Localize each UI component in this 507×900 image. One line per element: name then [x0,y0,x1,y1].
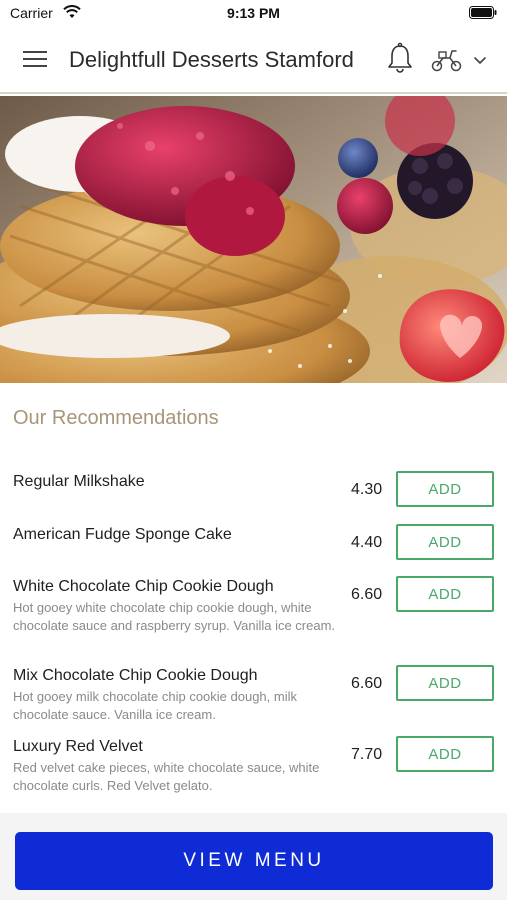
item-description: Hot gooey milk chocolate chip cookie dou… [13,689,297,722]
hamburger-icon[interactable] [20,46,50,74]
add-button[interactable]: ADD [396,471,494,507]
add-button[interactable]: ADD [396,736,494,772]
battery-icon [469,6,497,24]
item-price: 6.60 [351,586,383,603]
status-time: 9:13 PM [227,5,280,21]
scooter-icon[interactable] [430,46,464,74]
page-title: Delightfull Desserts Stamford [69,47,354,72]
status-bar: Carrier 9:13 PM [0,0,507,26]
add-button[interactable]: ADD [396,665,494,701]
item-name: Regular Milkshake [13,473,145,490]
item-description: Hot gooey white chocolate chip cookie do… [13,600,336,633]
bell-icon[interactable] [385,42,415,76]
section-heading: Our Recommendations [13,407,219,429]
add-button[interactable]: ADD [396,524,494,560]
hero-image [0,96,507,383]
item-price: 4.40 [351,534,383,551]
add-button[interactable]: ADD [396,576,494,612]
app-header: Delightfull Desserts Stamford [0,26,507,94]
item-name: White Chocolate Chip Cookie Dough [13,578,274,595]
recommendations-section: Our Recommendations Regular Milkshake 4.… [0,383,507,813]
item-description: Red velvet cake pieces, white chocolate … [13,760,320,793]
view-menu-button[interactable]: VIEW MENU [15,832,493,890]
item-name: American Fudge Sponge Cake [13,526,232,543]
item-price: 7.70 [351,746,383,763]
item-name: Luxury Red Velvet [13,738,143,755]
chevron-down-icon[interactable] [470,50,490,70]
item-name: Mix Chocolate Chip Cookie Dough [13,667,258,684]
item-price: 6.60 [351,675,383,692]
item-price: 4.30 [351,481,383,498]
